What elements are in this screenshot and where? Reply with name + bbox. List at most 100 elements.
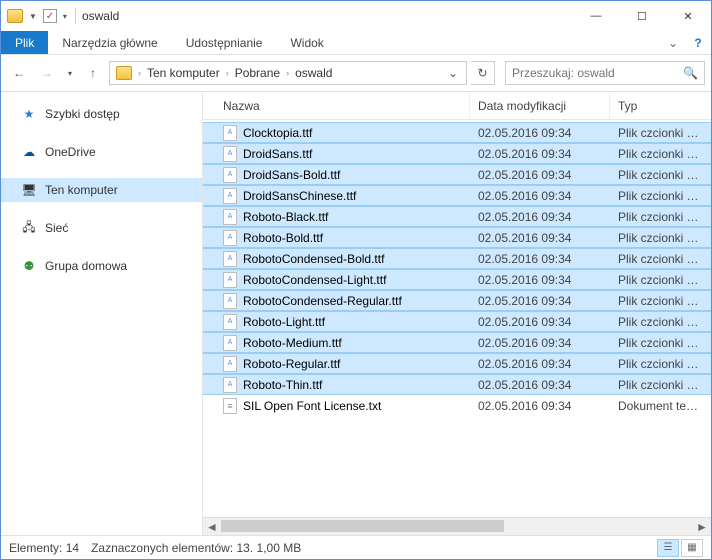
file-row[interactable]: AClocktopia.ttf02.05.2016 09:34Plik czci… <box>203 122 711 143</box>
folder-icon[interactable] <box>7 9 23 23</box>
file-icon: A <box>223 209 237 225</box>
divider <box>75 8 76 24</box>
file-date: 02.05.2016 09:34 <box>470 294 610 308</box>
scroll-right-icon[interactable]: ► <box>693 518 711 535</box>
properties-icon[interactable]: ✓ <box>43 9 57 23</box>
file-name: SIL Open Font License.txt <box>243 399 381 413</box>
back-button[interactable]: ← <box>7 61 31 85</box>
search-box[interactable]: 🔍 <box>505 61 705 85</box>
file-icon: A <box>223 293 237 309</box>
address-folder-icon <box>116 66 132 80</box>
file-type: Plik czcionki True ... <box>610 378 711 392</box>
file-date: 02.05.2016 09:34 <box>470 147 610 161</box>
chevron-right-icon[interactable]: › <box>224 68 231 78</box>
chevron-right-icon[interactable]: › <box>284 68 291 78</box>
view-details-button[interactable]: ☰ <box>657 539 679 557</box>
ribbon: Plik Narzędzia główne Udostępnianie Wido… <box>1 31 711 55</box>
scroll-left-icon[interactable]: ◄ <box>203 518 221 535</box>
status-bar: Elementy: 14 Zaznaczonych elementów: 13.… <box>1 535 711 559</box>
tab-home[interactable]: Narzędzia główne <box>48 31 171 54</box>
file-type: Plik czcionki True ... <box>610 231 711 245</box>
file-row[interactable]: ADroidSans.ttf02.05.2016 09:34Plik czcio… <box>203 143 711 164</box>
sidebar-item-homegroup[interactable]: ⚉ Grupa domowa <box>1 254 202 278</box>
tab-share[interactable]: Udostępnianie <box>172 31 277 54</box>
up-button[interactable]: ↑ <box>81 61 105 85</box>
file-icon: A <box>223 146 237 162</box>
chevron-right-icon[interactable]: › <box>136 68 143 78</box>
content-pane: Nazwa Data modyfikacji Typ AClocktopia.t… <box>203 92 711 535</box>
tab-view[interactable]: Widok <box>276 31 337 54</box>
refresh-button[interactable]: ↻ <box>471 61 495 85</box>
file-name: RobotoCondensed-Bold.ttf <box>243 252 384 266</box>
sidebar-item-network[interactable]: 🖧 Sieć <box>1 216 202 240</box>
close-button[interactable]: ✕ <box>665 1 711 31</box>
file-type: Plik czcionki True ... <box>610 252 711 266</box>
file-row[interactable]: ARobotoCondensed-Light.ttf02.05.2016 09:… <box>203 269 711 290</box>
file-name: Roboto-Light.ttf <box>243 315 325 329</box>
crumb-current[interactable]: oswald <box>291 62 336 84</box>
forward-button[interactable]: → <box>35 61 59 85</box>
file-date: 02.05.2016 09:34 <box>470 336 610 350</box>
file-row[interactable]: ARobotoCondensed-Bold.ttf02.05.2016 09:3… <box>203 248 711 269</box>
file-row[interactable]: ARoboto-Bold.ttf02.05.2016 09:34Plik czc… <box>203 227 711 248</box>
status-item-count: Elementy: 14 <box>9 541 79 555</box>
column-name[interactable]: Nazwa <box>215 92 470 119</box>
status-selection: Zaznaczonych elementów: 13. 1,00 MB <box>91 541 301 555</box>
column-headers: Nazwa Data modyfikacji Typ <box>203 92 711 120</box>
column-type[interactable]: Typ <box>610 92 711 119</box>
minimize-button[interactable]: — <box>573 1 619 31</box>
file-row[interactable]: ARoboto-Regular.ttf02.05.2016 09:34Plik … <box>203 353 711 374</box>
sidebar-item-label: Szybki dostęp <box>45 107 120 121</box>
file-icon: A <box>223 188 237 204</box>
horizontal-scrollbar[interactable]: ◄ ► <box>203 517 711 535</box>
view-large-button[interactable]: ▦ <box>681 539 703 557</box>
main-area: ★ Szybki dostęp ☁ OneDrive 🖥 Ten kompute… <box>1 91 711 535</box>
file-date: 02.05.2016 09:34 <box>470 378 610 392</box>
sidebar-item-onedrive[interactable]: ☁ OneDrive <box>1 140 202 164</box>
search-icon[interactable]: 🔍 <box>683 66 698 80</box>
file-date: 02.05.2016 09:34 <box>470 315 610 329</box>
file-row[interactable]: ARobotoCondensed-Regular.ttf02.05.2016 0… <box>203 290 711 311</box>
file-type: Plik czcionki True ... <box>610 210 711 224</box>
file-row[interactable]: ARoboto-Thin.ttf02.05.2016 09:34Plik czc… <box>203 374 711 395</box>
file-icon: A <box>223 314 237 330</box>
file-row[interactable]: ARoboto-Medium.ttf02.05.2016 09:34Plik c… <box>203 332 711 353</box>
file-row[interactable]: ADroidSansChinese.ttf02.05.2016 09:34Pli… <box>203 185 711 206</box>
column-date[interactable]: Data modyfikacji <box>470 92 610 119</box>
sidebar-item-label: Ten komputer <box>45 183 118 197</box>
recent-dropdown-icon[interactable]: ▾ <box>63 61 77 85</box>
file-name: Roboto-Regular.ttf <box>243 357 340 371</box>
crumb-computer[interactable]: Ten komputer <box>143 62 224 84</box>
crumb-downloads[interactable]: Pobrane <box>231 62 284 84</box>
qat-dropdown-icon[interactable]: ▼ <box>27 12 39 21</box>
address-dropdown-icon[interactable]: ⌄ <box>442 66 464 80</box>
sidebar-item-quick-access[interactable]: ★ Szybki dostęp <box>1 102 202 126</box>
file-name: Roboto-Thin.ttf <box>243 378 322 392</box>
file-icon: A <box>223 335 237 351</box>
network-icon: 🖧 <box>21 220 37 236</box>
file-row[interactable]: ARoboto-Light.ttf02.05.2016 09:34Plik cz… <box>203 311 711 332</box>
qat-dropdown2-icon[interactable]: ▾ <box>61 12 69 21</box>
file-list[interactable]: AClocktopia.ttf02.05.2016 09:34Plik czci… <box>203 120 711 517</box>
file-type: Plik czcionki True ... <box>610 357 711 371</box>
file-date: 02.05.2016 09:34 <box>470 273 610 287</box>
file-type: Plik czcionki True ... <box>610 168 711 182</box>
file-row[interactable]: SIL Open Font License.txt02.05.2016 09:3… <box>203 395 711 416</box>
file-row[interactable]: ADroidSans-Bold.ttf02.05.2016 09:34Plik … <box>203 164 711 185</box>
ribbon-expand-icon[interactable]: ⌄ <box>661 31 685 54</box>
homegroup-icon: ⚉ <box>21 258 37 274</box>
file-icon <box>223 398 237 414</box>
title-bar: ▼ ✓ ▾ oswald — ☐ ✕ <box>1 1 711 31</box>
address-bar[interactable]: › Ten komputer › Pobrane › oswald ⌄ <box>109 61 467 85</box>
nav-pane: ★ Szybki dostęp ☁ OneDrive 🖥 Ten kompute… <box>1 92 203 535</box>
scroll-thumb[interactable] <box>221 520 504 532</box>
file-type: Plik czcionki True ... <box>610 147 711 161</box>
scroll-track[interactable] <box>221 518 693 535</box>
file-name: Clocktopia.ttf <box>243 126 312 140</box>
maximize-button[interactable]: ☐ <box>619 1 665 31</box>
file-row[interactable]: ARoboto-Black.ttf02.05.2016 09:34Plik cz… <box>203 206 711 227</box>
tab-file[interactable]: Plik <box>1 31 48 54</box>
help-icon[interactable]: ? <box>685 31 711 54</box>
sidebar-item-this-pc[interactable]: 🖥 Ten komputer <box>1 178 202 202</box>
search-input[interactable] <box>512 66 683 80</box>
